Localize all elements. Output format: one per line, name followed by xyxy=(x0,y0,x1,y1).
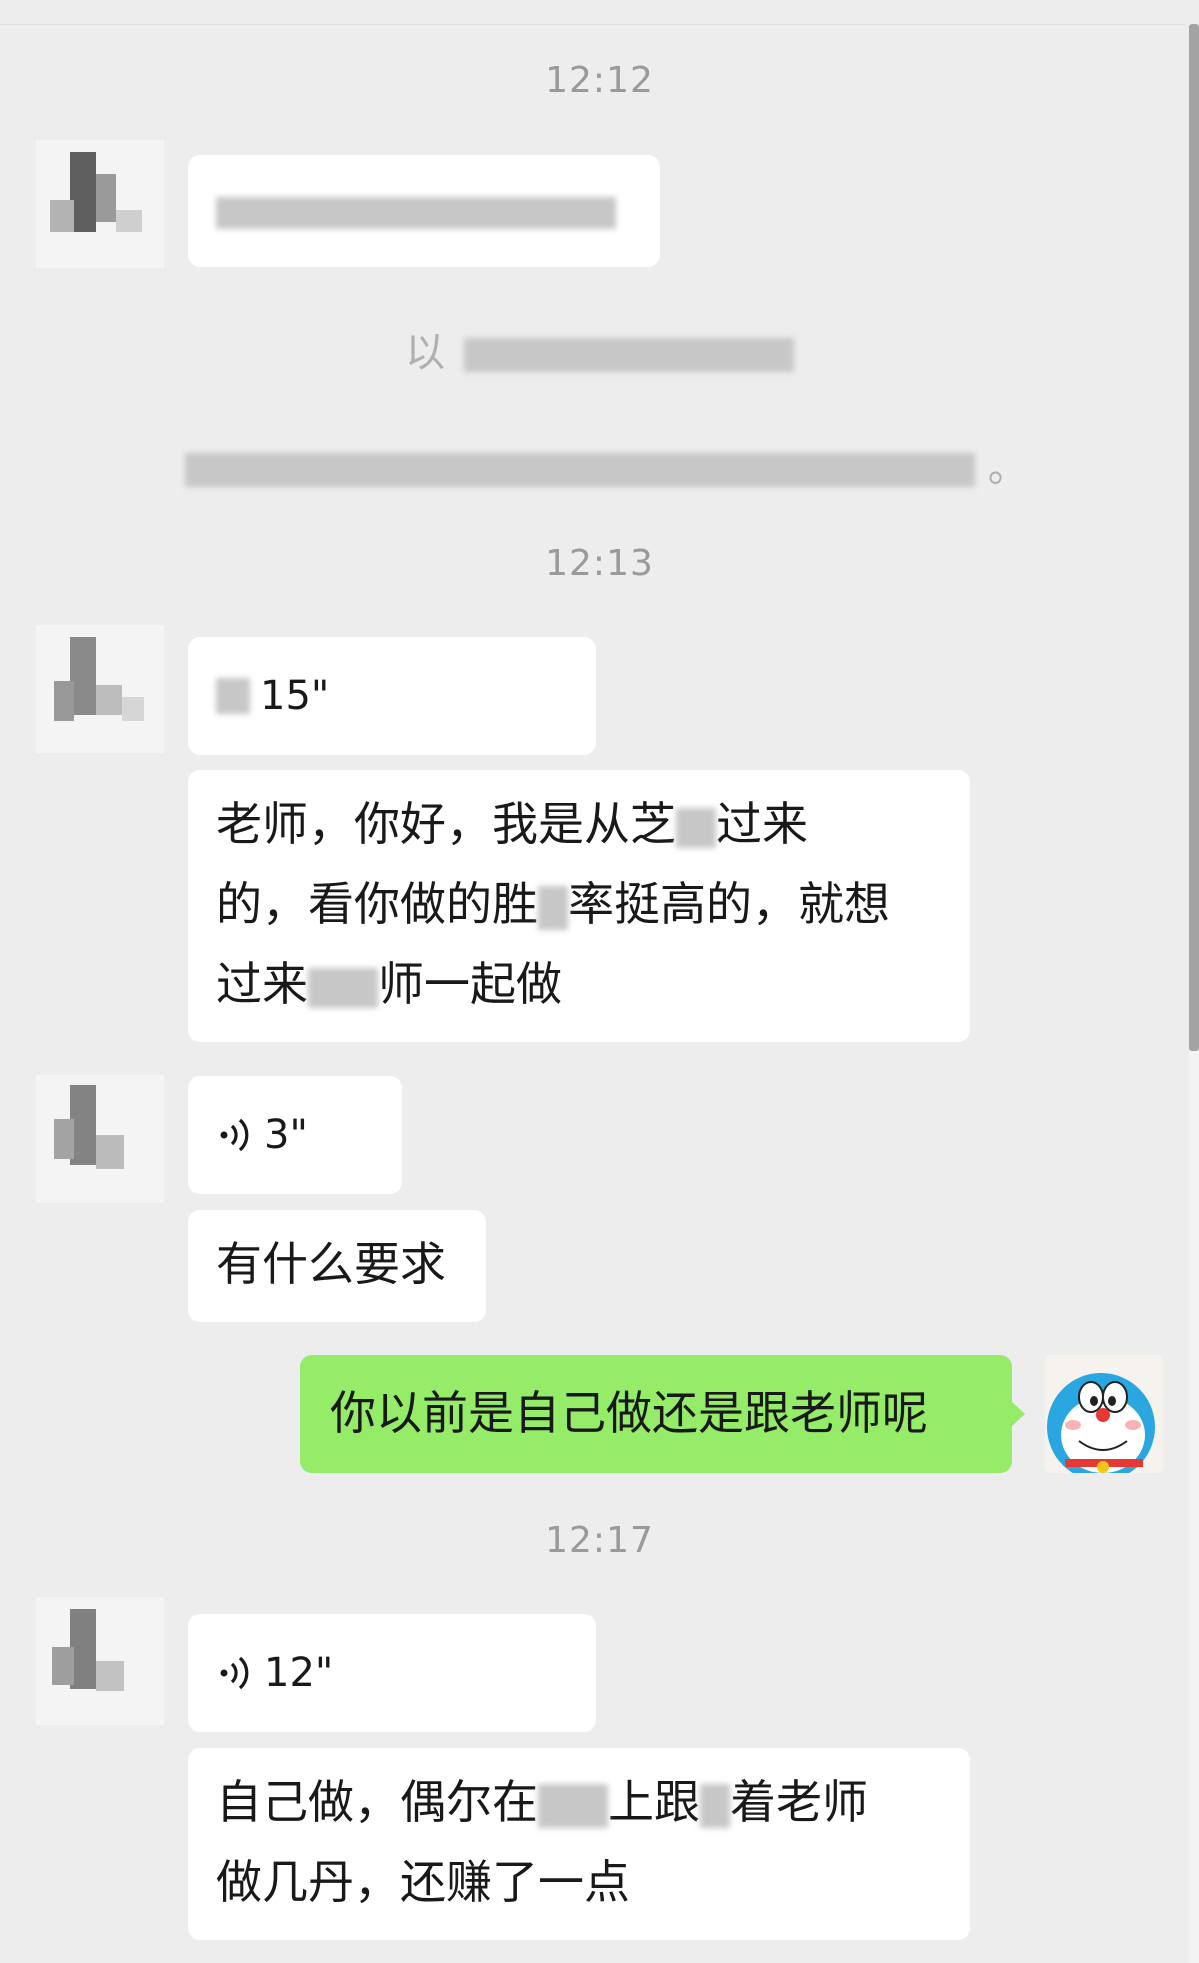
self-avatar[interactable] xyxy=(1045,1355,1163,1473)
message-line: 自己做，偶尔在 上跟 着老师 xyxy=(216,1775,868,1829)
voice-duration: 3" xyxy=(264,1112,308,1158)
scrollbar-thumb[interactable] xyxy=(1189,24,1199,1051)
contact-avatar[interactable] xyxy=(36,140,164,268)
system-notice-line-2: 。 xyxy=(185,435,1028,493)
voice-message[interactable]: 15" xyxy=(188,637,596,755)
text-message[interactable]: 老师，你好，我是从芝 过来 的，看你做的胜 率挺高的，就想 过来 师一起做 xyxy=(188,770,970,1042)
timestamp: 12:13 xyxy=(545,543,654,584)
doraemon-avatar xyxy=(1047,1373,1155,1473)
message-text: 你以前是自己做还是跟老师呢 xyxy=(330,1386,928,1440)
timestamp: 12:17 xyxy=(545,1520,654,1561)
blurred-text xyxy=(185,453,975,487)
blurred-text xyxy=(700,1783,730,1828)
blurred-content xyxy=(216,197,616,229)
message-line: 的，看你做的胜 率挺高的，就想 xyxy=(216,877,890,931)
voice-duration: 15" xyxy=(260,673,330,719)
voice-message[interactable]: 3" xyxy=(188,1076,402,1194)
voice-wave-icon xyxy=(216,678,250,714)
voice-wave-icon xyxy=(220,1118,249,1152)
blurred-text xyxy=(308,967,378,1008)
voice-message[interactable]: 12" xyxy=(188,1614,596,1732)
system-notice-line-1: 以 xyxy=(405,320,794,378)
text-message[interactable]: 有什么要求 xyxy=(188,1210,486,1322)
voice-wave-icon xyxy=(220,1656,249,1690)
top-divider xyxy=(0,24,1186,25)
message-line: 老师，你好，我是从芝 过来 xyxy=(216,797,808,851)
text-message[interactable]: 自己做，偶尔在 上跟 着老师 做几丹，还赚了一点 xyxy=(188,1748,970,1940)
contact-avatar[interactable] xyxy=(36,1597,164,1725)
self-text-message[interactable]: 你以前是自己做还是跟老师呢 xyxy=(300,1355,1025,1473)
message-bubble-blurred[interactable] xyxy=(188,155,660,267)
contact-avatar[interactable] xyxy=(36,1075,164,1203)
blurred-text xyxy=(538,885,568,930)
message-line: 做几丹，还赚了一点 xyxy=(216,1855,630,1909)
blurred-text xyxy=(463,338,794,372)
message-text: 有什么要求 xyxy=(216,1237,446,1291)
voice-duration: 12" xyxy=(264,1650,334,1696)
blurred-text xyxy=(676,807,716,848)
timestamp: 12:12 xyxy=(545,60,654,101)
blurred-text xyxy=(538,1783,608,1828)
message-line: 过来 师一起做 xyxy=(216,957,562,1011)
contact-avatar[interactable] xyxy=(36,625,164,753)
